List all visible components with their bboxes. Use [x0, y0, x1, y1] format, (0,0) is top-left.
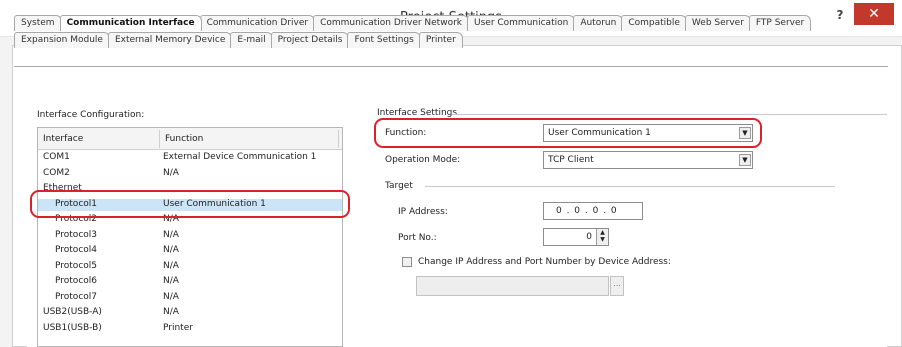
chevron-down-icon[interactable]: ▼ [739, 127, 751, 139]
interface-settings-label: Interface Settings [377, 108, 458, 118]
interface-cell: Protocol6 [55, 276, 97, 286]
tab-compatible[interactable]: Compatible [621, 15, 687, 31]
port-value: 0 [586, 232, 592, 242]
table-header: Interface Function [38, 128, 342, 150]
spin-arrows-icon[interactable]: ▲ ▼ [596, 229, 608, 245]
group-divider [452, 114, 887, 115]
column-header-interface[interactable]: Interface [43, 134, 83, 144]
tab-external-memory-device[interactable]: External Memory Device [107, 32, 233, 48]
interface-cell: Protocol5 [55, 260, 97, 271]
function-label: Function: [385, 128, 427, 138]
interface-table[interactable]: Interface Function COM1 External Device C… [37, 127, 343, 347]
function-select[interactable]: User Communication 1 ▼ [543, 124, 753, 142]
ip-address-label: IP Address: [398, 207, 448, 217]
change-ip-checkbox[interactable] [402, 257, 412, 267]
group-divider [425, 186, 835, 187]
tab-ftp-server[interactable]: FTP Server [748, 15, 812, 31]
tab-divider [14, 66, 888, 67]
tab-font-settings[interactable]: Font Settings [347, 32, 421, 48]
tab-autorun[interactable]: Autorun [573, 15, 624, 31]
tab-communication-driver-network[interactable]: Communication Driver Network [313, 15, 469, 31]
target-label: Target [385, 181, 413, 191]
tab-communication-interface[interactable]: Communication Interface [59, 15, 202, 31]
tab-project-details[interactable]: Project Details [270, 32, 350, 48]
function-cell: N/A [163, 229, 179, 240]
tab-row-1: System Communication Interface Communicati… [14, 15, 894, 32]
table-row[interactable]: Protocol3 N/A [38, 230, 342, 242]
interface-cell: USB2(USB-A) [43, 307, 102, 317]
operation-mode-label: Operation Mode: [385, 155, 461, 165]
tab-strip: System Communication Interface Communicati… [14, 15, 894, 49]
table-row[interactable]: Protocol6 N/A [38, 276, 342, 288]
tab-row-2: Expansion Module External Memory Device E-… [14, 32, 894, 49]
port-stepper[interactable]: 0 ▲ ▼ [543, 228, 609, 246]
function-cell: Printer [163, 322, 193, 333]
function-cell: N/A [163, 276, 179, 286]
column-header-function[interactable]: Function [165, 134, 203, 144]
function-cell: N/A [163, 260, 179, 271]
column-separator[interactable] [338, 130, 339, 148]
operation-mode-select[interactable]: TCP Client ▼ [543, 151, 753, 169]
table-row[interactable]: Protocol7 N/A [38, 292, 342, 304]
interface-cell: Protocol3 [55, 229, 97, 240]
highlight-callout-protocol1 [30, 190, 350, 218]
interface-cell: USB1(USB-B) [43, 322, 102, 333]
column-separator[interactable] [159, 130, 160, 148]
chevron-down-icon[interactable]: ▼ [739, 154, 751, 166]
interface-cell: Protocol7 [55, 291, 97, 302]
table-row[interactable]: Protocol5 N/A [38, 261, 342, 273]
table-row[interactable]: COM1 External Device Communication 1 [38, 152, 342, 164]
ip-address-field[interactable]: 0 . 0 . 0 . 0 [543, 202, 643, 220]
tab-communication-driver[interactable]: Communication Driver [199, 15, 316, 31]
operation-mode-value: TCP Client [548, 155, 594, 165]
tab-e-mail[interactable]: E-mail [230, 32, 273, 48]
tab-user-communication[interactable]: User Communication [467, 15, 576, 31]
function-cell: N/A [163, 167, 179, 178]
interface-cell: COM1 [43, 152, 70, 162]
ip-address-value: 0 . 0 . 0 . 0 [556, 206, 618, 216]
port-label: Port No.: [398, 233, 437, 243]
tab-web-server[interactable]: Web Server [684, 15, 751, 31]
interface-cell: Protocol4 [55, 245, 97, 255]
tab-printer[interactable]: Printer [418, 32, 463, 48]
table-row[interactable]: COM2 N/A [38, 168, 342, 180]
function-cell: N/A [163, 291, 179, 302]
table-row[interactable]: Protocol4 N/A [38, 245, 342, 257]
function-cell: N/A [163, 307, 179, 317]
tab-expansion-module[interactable]: Expansion Module [14, 32, 110, 48]
function-select-value: User Communication 1 [548, 128, 651, 138]
interface-config-label: Interface Configuration: [37, 110, 145, 120]
interface-cell: COM2 [43, 167, 70, 178]
ellipsis-button: ... [610, 276, 624, 296]
table-row[interactable]: USB1(USB-B) Printer [38, 323, 342, 335]
table-row[interactable]: USB2(USB-A) N/A [38, 307, 342, 319]
function-cell: External Device Communication 1 [163, 152, 317, 162]
function-cell: N/A [163, 245, 179, 255]
tab-system[interactable]: System [14, 15, 62, 31]
change-ip-label: Change IP Address and Port Number by Dev… [418, 257, 671, 267]
device-address-field [416, 276, 609, 296]
